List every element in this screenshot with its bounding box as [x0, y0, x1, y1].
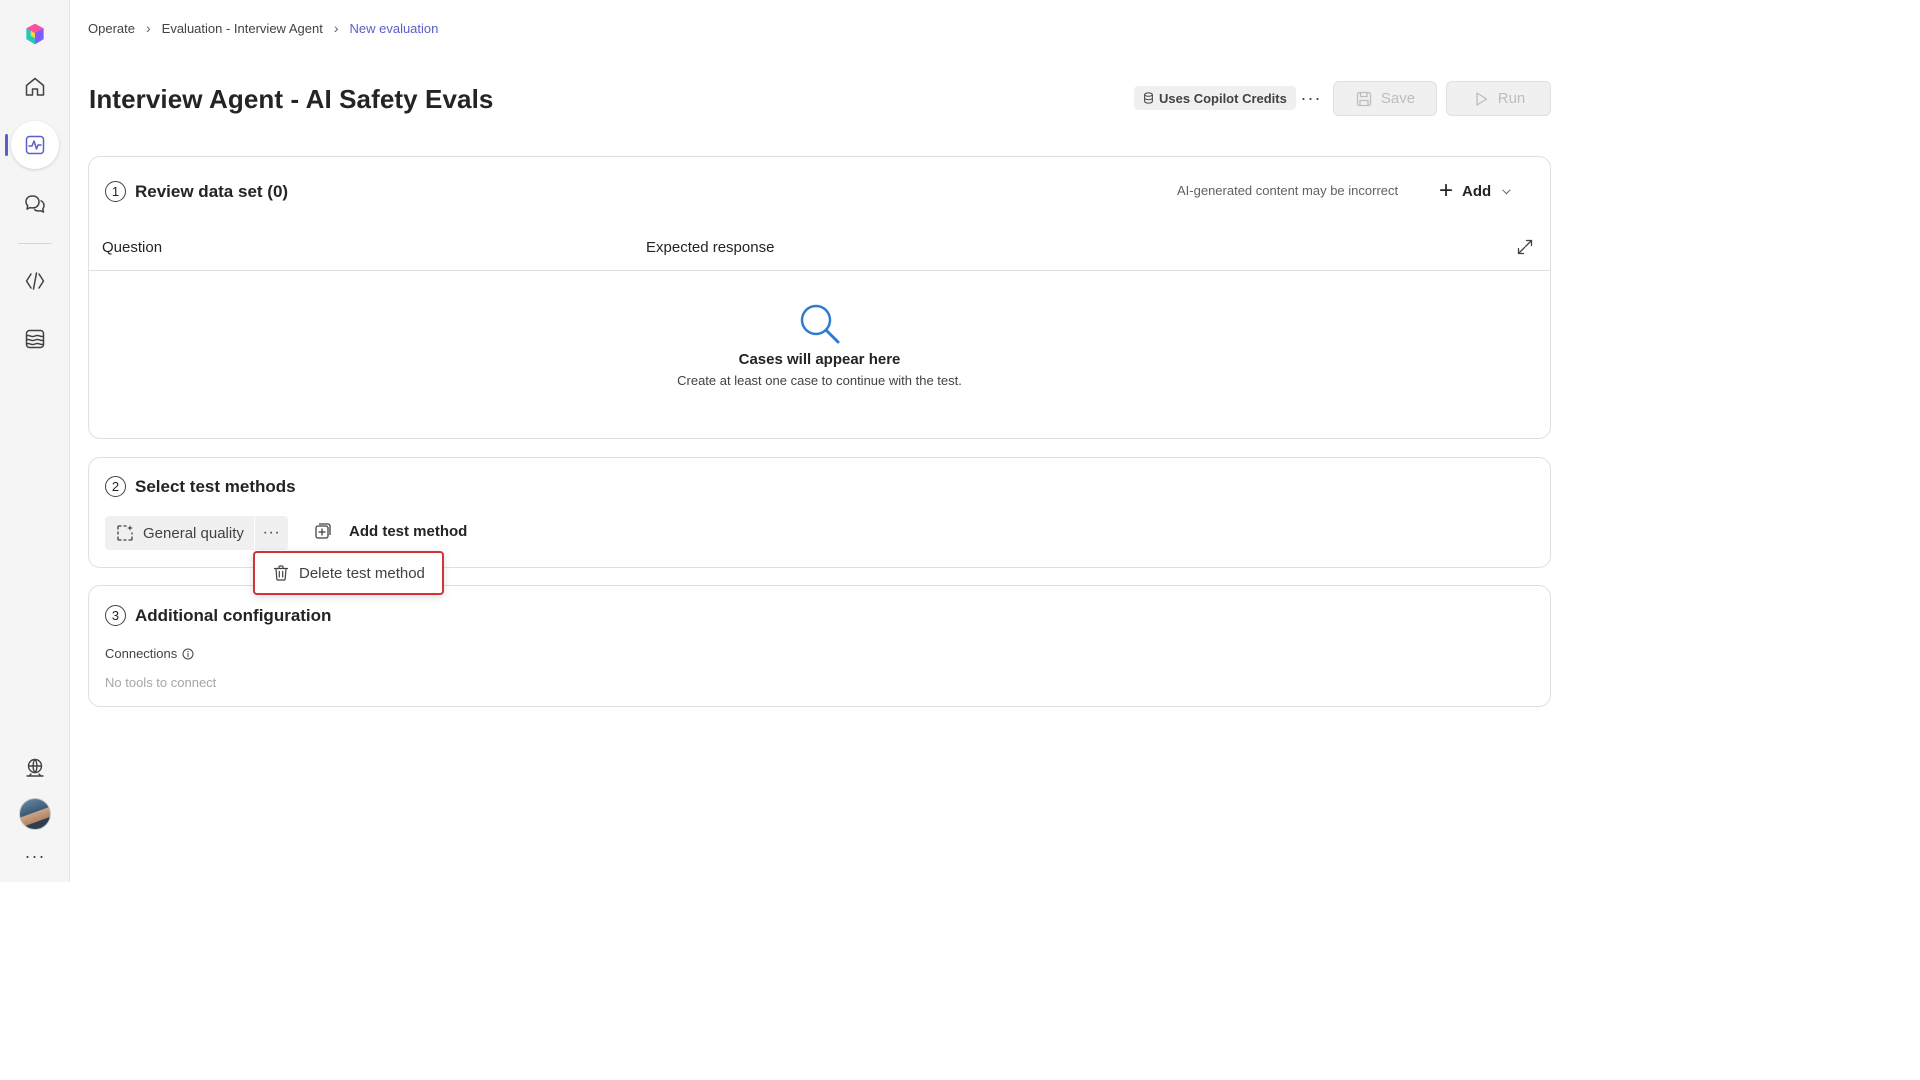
- chat-icon: [25, 195, 45, 213]
- step-number-2: 2: [105, 476, 126, 497]
- info-icon[interactable]: [182, 648, 194, 660]
- run-label: Run: [1497, 90, 1526, 107]
- home-icon: [25, 77, 45, 96]
- rail-more-button[interactable]: ···: [11, 832, 59, 880]
- globe-icon: [26, 758, 44, 777]
- breadcrumb-current[interactable]: New evaluation: [349, 21, 438, 36]
- trash-icon: [273, 565, 289, 581]
- connections-label: Connections: [105, 646, 194, 661]
- expand-icon[interactable]: [1516, 238, 1534, 256]
- rail-chat-button[interactable]: [11, 180, 59, 228]
- table-header-divider: [89, 270, 1550, 271]
- copilot-studio-logo: [26, 23, 44, 45]
- config-step-header: 3 Additional configuration: [105, 605, 331, 626]
- breadcrumb: Operate › Evaluation - Interview Agent ›…: [88, 18, 438, 38]
- save-button[interactable]: Save: [1333, 81, 1437, 116]
- chip-label: General quality: [143, 524, 244, 542]
- rail-divider: [18, 243, 52, 244]
- additional-config-card: 3 Additional configuration Connections N…: [88, 585, 1551, 707]
- more-options-button[interactable]: ···: [1298, 86, 1324, 110]
- user-avatar[interactable]: [19, 798, 51, 830]
- rail-environment-button[interactable]: [11, 744, 59, 792]
- rail-monitor-button[interactable]: [11, 121, 59, 169]
- column-header-question[interactable]: Question: [102, 239, 162, 256]
- step-number-1: 1: [105, 181, 126, 202]
- save-icon: [1356, 91, 1372, 106]
- add-square-icon: [315, 523, 331, 539]
- app-logo-icon[interactable]: [11, 10, 59, 58]
- plus-icon: +: [1439, 177, 1454, 204]
- rail-data-button[interactable]: [11, 315, 59, 363]
- connections-empty-text: No tools to connect: [105, 675, 217, 690]
- add-label: Add: [1462, 182, 1492, 200]
- review-data-set-card: 1 Review data set (0) AI-generated conte…: [88, 156, 1551, 439]
- methods-title: Select test methods: [135, 476, 296, 496]
- rail-active-indicator: [5, 134, 8, 156]
- coins-icon: [1144, 92, 1153, 104]
- code-icon: [25, 272, 45, 290]
- left-rail: ···: [0, 0, 70, 882]
- chevron-right-icon: ›: [333, 20, 339, 36]
- general-quality-method[interactable]: General quality: [105, 516, 254, 550]
- pulse-icon: [25, 135, 45, 155]
- ai-disclaimer: AI-generated content may be incorrect: [1177, 183, 1399, 198]
- credits-label: Uses Copilot Credits: [1159, 90, 1287, 106]
- sparkle-select-icon: [117, 525, 133, 541]
- test-method-chip: General quality ···: [105, 516, 288, 550]
- copilot-credits-badge: Uses Copilot Credits: [1134, 86, 1296, 110]
- add-test-method-button[interactable]: Add test method: [313, 521, 467, 541]
- run-button[interactable]: Run: [1446, 81, 1551, 116]
- delete-test-method-menu-item[interactable]: Delete test method: [253, 551, 444, 595]
- add-case-button[interactable]: + Add ⌵: [1439, 179, 1511, 203]
- review-title: Review data set (0): [135, 181, 289, 201]
- rail-code-button[interactable]: [11, 257, 59, 305]
- connections-text: Connections: [105, 646, 178, 661]
- chip-more-button[interactable]: ···: [255, 516, 288, 550]
- play-icon: [1476, 91, 1487, 106]
- chevron-right-icon: ›: [145, 20, 151, 36]
- magnifier-icon: [800, 304, 840, 344]
- empty-state-subtitle: Create at least one case to continue wit…: [677, 373, 962, 388]
- chevron-down-icon: ⌵: [1502, 184, 1511, 197]
- page-title: Interview Agent - AI Safety Evals: [89, 84, 494, 114]
- rail-home-button[interactable]: [11, 63, 59, 111]
- empty-state-title: Cases will appear here: [738, 351, 901, 368]
- step-number-3: 3: [105, 605, 126, 626]
- breadcrumb-evaluation[interactable]: Evaluation - Interview Agent: [162, 21, 323, 36]
- waves-icon: [25, 329, 45, 349]
- menu-item-label: Delete test method: [299, 564, 425, 582]
- save-label: Save: [1380, 90, 1416, 107]
- methods-step-header: 2 Select test methods: [105, 476, 296, 497]
- add-method-label: Add test method: [349, 522, 468, 540]
- breadcrumb-operate[interactable]: Operate: [88, 21, 135, 36]
- column-header-expected-response[interactable]: Expected response: [646, 239, 774, 256]
- config-title: Additional configuration: [135, 605, 332, 625]
- review-step-header: 1 Review data set (0): [105, 181, 288, 202]
